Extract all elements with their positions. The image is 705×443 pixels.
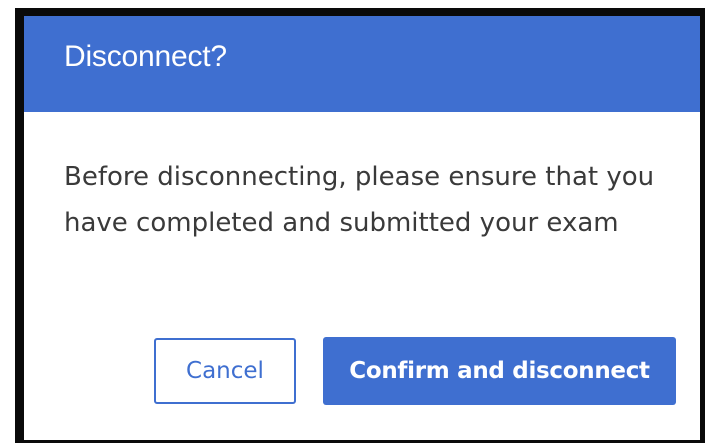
disconnect-dialog: Disconnect? Before disconnecting, please… [24, 16, 700, 440]
cancel-button[interactable]: Cancel [154, 338, 296, 404]
dialog-title: Disconnect? [64, 40, 227, 73]
dialog-header: Disconnect? [24, 16, 700, 112]
dialog-message: Before disconnecting, please ensure that… [64, 162, 655, 238]
screen: Disconnect? Before disconnecting, please… [0, 0, 705, 443]
confirm-disconnect-button[interactable]: Confirm and disconnect [323, 337, 676, 405]
